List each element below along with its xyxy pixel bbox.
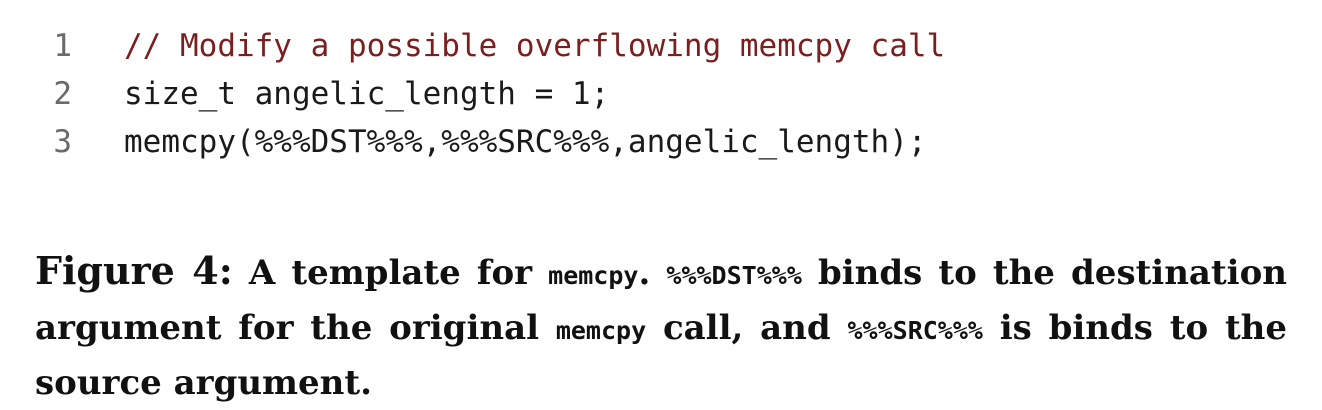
figure-label: Figure 4:	[35, 248, 233, 293]
code-text: memcpy(%%%DST%%%,%%%SRC%%%,angelic_lengt…	[124, 124, 927, 160]
code-line-1: 1 // Modify a possible overflowing memcpy…	[0, 22, 1322, 70]
caption-code: memcpy	[555, 316, 647, 345]
caption-code: %%%SRC%%%	[847, 316, 983, 345]
line-number: 1	[53, 28, 72, 64]
code-line-2: 2 size_t angelic_length = 1;	[0, 70, 1322, 118]
figure-caption: Figure 4: A template for memcpy. %%%DST%…	[35, 244, 1287, 410]
line-number: 3	[53, 124, 72, 160]
code-line-3: 3 memcpy(%%%DST%%%,%%%SRC%%%,angelic_leng…	[0, 118, 1322, 166]
caption-text: call, and	[646, 308, 848, 348]
caption-text: A template for	[232, 253, 549, 293]
caption-code: memcpy	[548, 261, 639, 290]
code-listing: 1 // Modify a possible overflowing memcpy…	[0, 22, 1322, 166]
caption-text: .	[638, 253, 667, 293]
caption-code: %%%DST%%%	[666, 261, 802, 290]
line-number: 2	[53, 76, 72, 112]
code-comment: // Modify a possible overflowing memcpy …	[124, 28, 946, 64]
code-text: size_t angelic_length = 1;	[124, 76, 610, 112]
